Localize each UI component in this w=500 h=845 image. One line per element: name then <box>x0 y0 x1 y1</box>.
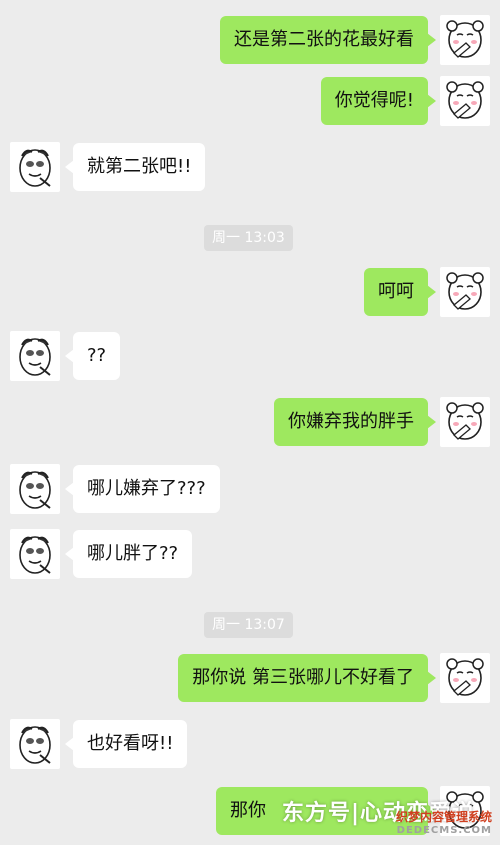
message-row: 呵呵 <box>0 262 500 322</box>
message-row: 你嫌弃我的胖手 <box>0 392 500 452</box>
message-row: 哪儿胖了?? <box>0 524 500 584</box>
chat-area: 还是第二张的花最好看 你觉得呢! 就第二张吧!! 周一 13:03 呵呵 ?? … <box>0 0 500 845</box>
avatar-right[interactable] <box>440 267 490 317</box>
panda-meme-icon <box>19 726 51 764</box>
bear-icon <box>446 402 484 440</box>
message-bubble[interactable]: 你觉得呢! <box>320 77 437 125</box>
avatar-right[interactable] <box>440 397 490 447</box>
message-row: 就第二张吧!! <box>0 137 500 197</box>
message-bubble[interactable]: 还是第二张的花最好看 <box>220 16 436 64</box>
message-bubble[interactable]: 就第二张吧!! <box>64 143 206 191</box>
site-logo-domain: DEDECMS.COM <box>396 825 492 836</box>
message-row: 哪儿嫌弃了??? <box>0 459 500 519</box>
message-bubble[interactable]: 哪儿胖了?? <box>64 530 193 578</box>
message-bubble[interactable]: 也好看呀!! <box>64 720 188 768</box>
message-bubble[interactable]: 呵呵 <box>364 268 436 316</box>
message-bubble[interactable]: ?? <box>64 332 121 380</box>
message-row: 你觉得呢! <box>0 71 500 131</box>
avatar-right[interactable] <box>440 76 490 126</box>
message-row: ?? <box>0 326 500 386</box>
avatar-left[interactable] <box>10 142 60 192</box>
site-logo-title: 织梦内容管理系统 <box>395 810 492 824</box>
panda-meme-icon <box>19 149 51 187</box>
timestamp: 周一 13:07 <box>204 612 293 638</box>
panda-meme-icon <box>19 338 51 376</box>
message-bubble[interactable]: 你嫌弃我的胖手 <box>274 398 436 446</box>
avatar-right[interactable] <box>440 653 490 703</box>
avatar-left[interactable] <box>10 464 60 514</box>
bear-icon <box>446 658 484 696</box>
timestamp: 周一 13:03 <box>204 225 293 251</box>
message-row: 那你说 第三张哪儿不好看了 <box>0 648 500 708</box>
avatar-left[interactable] <box>10 529 60 579</box>
message-row: 还是第二张的花最好看 <box>0 10 500 70</box>
bear-icon <box>446 20 484 58</box>
avatar-left[interactable] <box>10 719 60 769</box>
message-bubble[interactable]: 那你说 第三张哪儿不好看了 <box>178 654 436 702</box>
site-logo: 织梦内容管理系统 DEDECMS.COM <box>396 808 492 836</box>
message-bubble[interactable]: 哪儿嫌弃了??? <box>65 465 220 513</box>
bear-icon <box>446 272 484 310</box>
bear-icon <box>446 81 484 119</box>
avatar-right[interactable] <box>440 15 490 65</box>
panda-meme-icon <box>19 536 51 574</box>
avatar-left[interactable] <box>10 331 60 381</box>
message-row: 也好看呀!! <box>0 714 500 774</box>
panda-meme-icon <box>19 471 51 509</box>
